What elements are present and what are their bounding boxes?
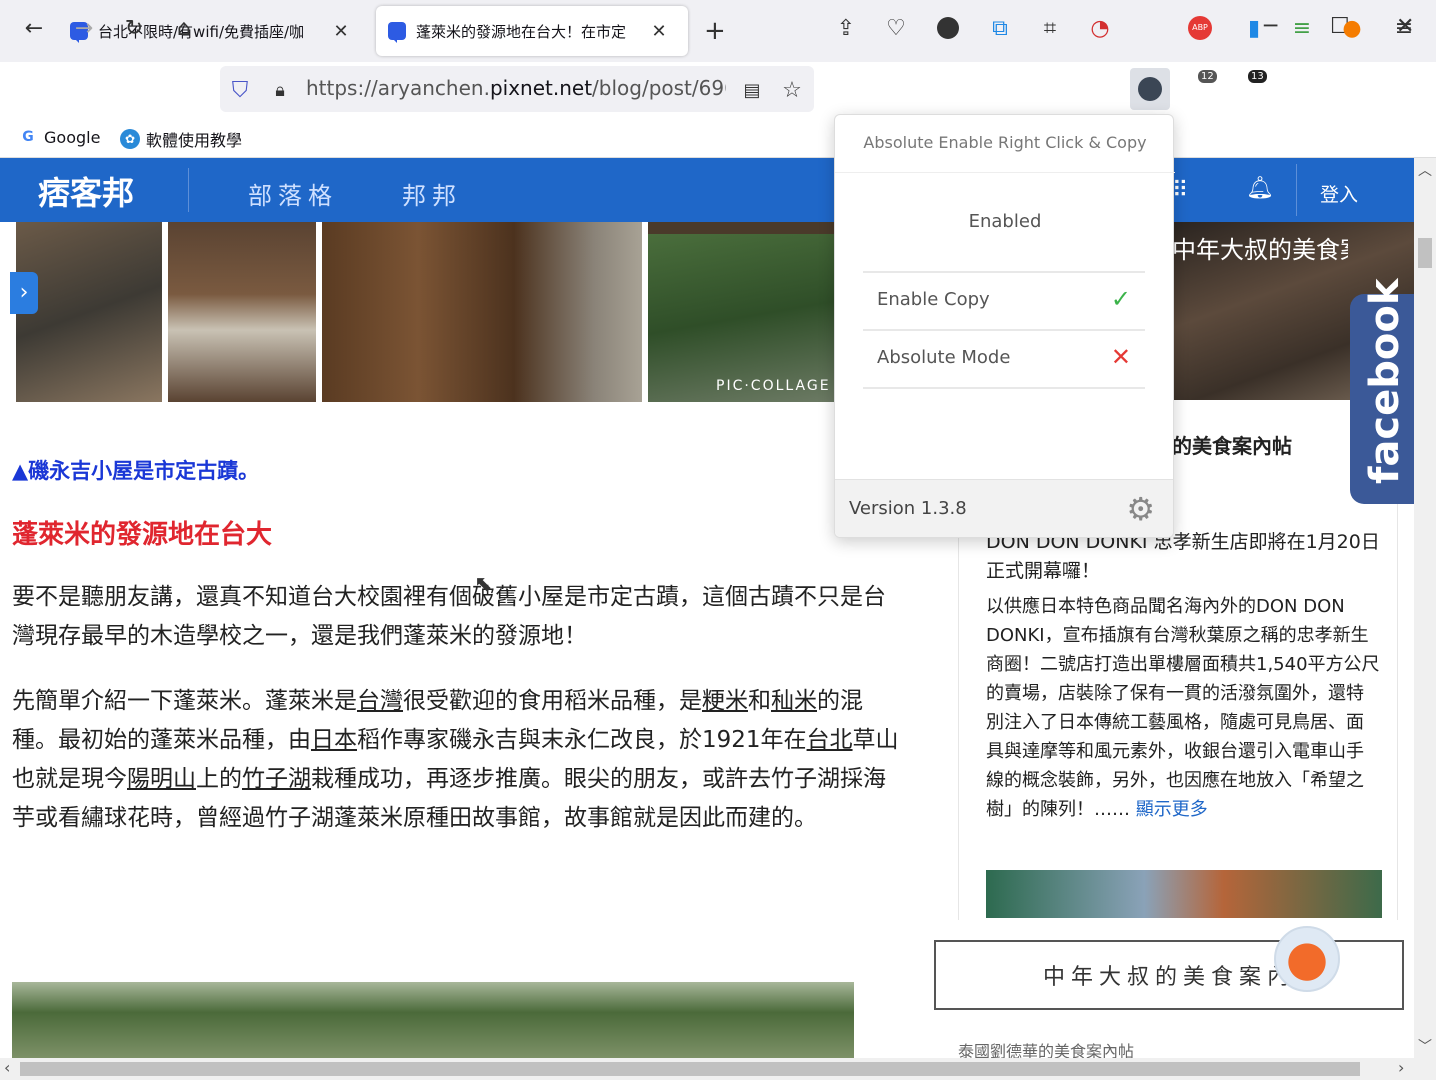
home-icon[interactable]: ⌂ [168, 12, 200, 44]
header-divider [188, 168, 189, 212]
extension-badge: 12 [1198, 70, 1217, 83]
site-header [0, 158, 1414, 222]
lock-icon[interactable]: 🔒︎ [264, 74, 296, 106]
article-paragraph-2: 先簡單介紹一下蓬萊米。蓬萊米是台灣很受歡迎的食用稻米品種，是粳米和秈米的混種。最… [12, 688, 899, 831]
extension-upload-icon[interactable]: ⇪ [830, 12, 862, 44]
gear-icon[interactable]: ⚙ [1126, 490, 1155, 528]
shield-icon[interactable]: ⛉ [224, 74, 256, 106]
bookmark-google[interactable]: G Google [18, 127, 100, 147]
nav-blog[interactable]: 部落格 [248, 176, 338, 211]
link-indica[interactable]: 秈米 [771, 688, 817, 714]
back-icon[interactable]: ← [18, 12, 50, 44]
tab-title: 蓬萊米的發源地在台大！在市定 [416, 22, 627, 41]
new-tab-button[interactable]: + [704, 16, 726, 46]
header-divider [1296, 164, 1297, 216]
url-text[interactable]: https://aryanchen.pixnet.net/blog/post/6… [306, 76, 726, 100]
popup-footer: Version 1.3.8 ⚙ [835, 479, 1173, 537]
adblock-icon[interactable]: ABP [1184, 12, 1216, 44]
enabled-toggle[interactable]: Enabled [835, 211, 1175, 232]
extension-dark-circle-icon[interactable] [932, 12, 964, 44]
tab-1[interactable]: 台北不限時/有wifi/免費插座/咖 ✕ [70, 6, 360, 56]
pixnet-logo[interactable]: 痞客邦 [38, 168, 134, 214]
vertical-scroll-thumb[interactable] [1418, 238, 1432, 268]
tab-2-active[interactable]: 蓬萊米的發源地在台大！在市定 ✕ [376, 6, 688, 56]
photo-mushroom-exhibit [16, 222, 162, 402]
extension-crop-icon[interactable]: ⌗ [1034, 12, 1066, 44]
facebook-tab[interactable]: facebook [1350, 279, 1414, 504]
extension-translate-icon[interactable]: ⧉ [984, 12, 1016, 44]
vertical-scrollbar[interactable] [1414, 158, 1436, 1058]
absolute-enable-extension-icon[interactable] [1130, 68, 1170, 110]
scroll-left-arrow-icon[interactable]: ‹ [4, 1058, 10, 1077]
sidebar-section-title: 的美食案內帖 [1172, 434, 1292, 458]
extension-bookmark-icon[interactable]: ▮ [1238, 12, 1270, 44]
extension-gauge-icon[interactable]: ◔ [1084, 12, 1116, 44]
nav-bangbang[interactable]: 邦邦 [402, 176, 462, 211]
login-link[interactable]: 登入 [1320, 180, 1358, 207]
photo-watermark: PIC·COLLAGE [716, 378, 831, 394]
photo-tree-house [648, 234, 834, 402]
mouse-cursor: ⬉ [474, 572, 493, 597]
fox-mascot-icon[interactable] [1274, 926, 1340, 992]
sidebar-post-image [986, 870, 1382, 918]
photo-top-strip [648, 222, 834, 234]
forward-icon[interactable]: → [68, 12, 100, 44]
article-paragraph-1: 要不是聽朋友講，還真不知道台大校園裡有個破舊小屋是市定古蹟，這個古蹟不只是台灣現… [12, 584, 886, 649]
sidebar-post-body: 以供應日本特色商品聞名海內外的DON DON DONKI，宣布插旗有台灣秋葉原之… [986, 596, 1380, 820]
extension-lines-icon[interactable]: ≡ [1286, 12, 1318, 44]
scroll-right-arrow-icon[interactable]: › [1398, 1058, 1404, 1077]
menu-icon[interactable]: ≡ [1388, 12, 1420, 44]
pocket-icon[interactable]: ♡ [880, 12, 912, 44]
reader-view-icon[interactable]: ▤ [736, 74, 768, 106]
photo-rice-field [12, 982, 854, 1058]
extension-fox-icon[interactable]: ● [1336, 12, 1368, 44]
photo-plaque [168, 222, 316, 402]
photo-wooden-door [322, 222, 642, 402]
bookmark-software-tutorial[interactable]: ✿ 軟體使用教學 [120, 127, 242, 151]
extension-badge: 13 [1248, 70, 1267, 83]
tab-close-icon[interactable]: ✕ [332, 21, 350, 42]
link-yangmingshan[interactable]: 陽明山 [127, 766, 196, 792]
enable-copy-option[interactable]: Enable Copy ✓ [863, 271, 1145, 329]
scroll-up-arrow-icon[interactable]: ︿ [1418, 160, 1432, 180]
absolute-mode-option[interactable]: Absolute Mode ✕ [863, 329, 1145, 387]
link-taipei[interactable]: 台北 [807, 727, 853, 753]
popup-title: Absolute Enable Right Click & Copy [863, 133, 1147, 152]
show-more-link[interactable]: 顯示更多 [1136, 799, 1208, 820]
link-taiwan[interactable]: 台灣 [357, 688, 403, 714]
section-heading: 蓬萊米的發源地在台大 [12, 520, 273, 550]
version-label: Version 1.3.8 [849, 498, 967, 519]
sidebar-post: DON DON DONKI 忠孝新生店即將在1月20日正式開幕囉！ 以供應日本特… [986, 528, 1381, 824]
notification-bell-icon[interactable]: 🔔︎ [1246, 176, 1274, 201]
scroll-down-arrow-icon[interactable]: ﹀ [1418, 1036, 1432, 1056]
gear-icon: ✿ [120, 129, 140, 149]
image-caption: ▲磯永吉小屋是市定古蹟。 [12, 459, 260, 483]
popup-divider [863, 387, 1145, 389]
reload-icon[interactable]: ↻ [118, 12, 150, 44]
bookmark-star-icon[interactable]: ☆ [776, 74, 808, 106]
apps-grid-icon[interactable]: ⠿ [1172, 178, 1188, 203]
popup-divider [835, 172, 1175, 173]
google-icon: G [22, 129, 34, 145]
link-japan[interactable]: 日本 [311, 727, 357, 753]
link-zhuzihu[interactable]: 竹子湖 [242, 766, 311, 792]
cross-icon: ✕ [1110, 343, 1131, 371]
sidebar-banner-title: 中年大叔的美食案內帖 [1172, 236, 1348, 264]
link-japonica[interactable]: 粳米 [702, 688, 748, 714]
pixnet-favicon-icon [388, 22, 406, 43]
gallery-prev-arrow-icon[interactable]: › [10, 272, 38, 314]
extension-popup: Absolute Enable Right Click & Copy Enabl… [834, 114, 1175, 538]
tab-close-icon[interactable]: ✕ [650, 21, 668, 42]
check-icon: ✓ [1110, 285, 1131, 313]
horizontal-scroll-thumb[interactable] [20, 1062, 1360, 1076]
